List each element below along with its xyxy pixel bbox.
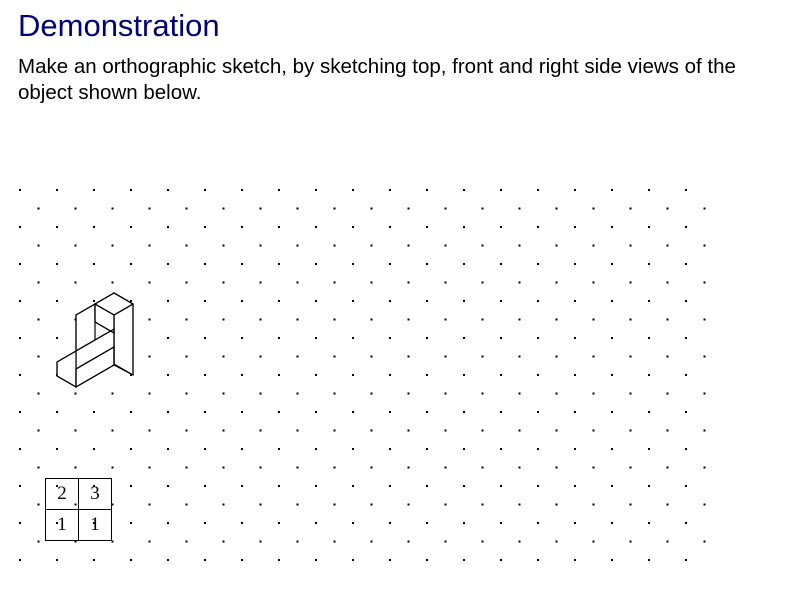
cell-r1c0: 1 <box>45 509 79 541</box>
slide-canvas: Demonstration Make an orthographic sketc… <box>0 0 792 612</box>
object-faces <box>56 291 135 389</box>
isometric-object-drawing <box>56 291 135 389</box>
table-row: 1 1 <box>45 509 112 541</box>
cell-r0c1: 3 <box>78 478 112 510</box>
height-count-table: 2 3 1 1 <box>45 478 112 541</box>
table-row: 2 3 <box>45 478 112 510</box>
table-body: 2 3 1 1 <box>45 478 112 541</box>
cell-r0c0: 2 <box>45 478 79 510</box>
cell-r1c1: 1 <box>78 509 112 541</box>
